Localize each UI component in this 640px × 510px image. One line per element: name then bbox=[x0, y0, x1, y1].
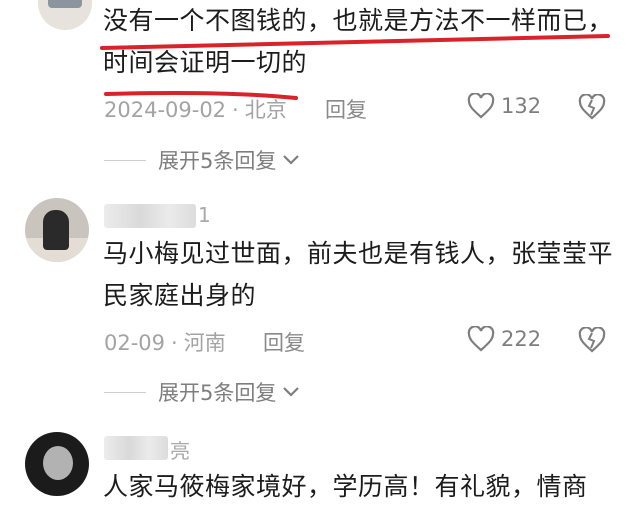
divider bbox=[104, 159, 146, 161]
expand-replies-button[interactable]: 展开5条回复 bbox=[104, 145, 300, 175]
username-suffix: 1 bbox=[198, 203, 211, 227]
avatar[interactable] bbox=[38, 0, 92, 30]
comment-text: 人家马筱梅家境好，学历高！有礼貌，情商 bbox=[103, 472, 588, 501]
dislike-button[interactable] bbox=[578, 93, 606, 124]
expand-replies-button[interactable]: 展开5条回复 bbox=[104, 377, 300, 407]
comment-date: 02-09 bbox=[104, 331, 166, 355]
like-button[interactable]: 222 bbox=[467, 326, 541, 352]
chevron-down-icon bbox=[283, 387, 300, 397]
heart-outline-icon bbox=[467, 326, 495, 352]
username-redacted[interactable] bbox=[104, 436, 168, 460]
username-redacted[interactable] bbox=[104, 204, 196, 228]
avatar-image bbox=[48, 0, 82, 8]
broken-heart-icon bbox=[578, 326, 606, 353]
comment-meta: 02-09 · 河南 bbox=[104, 331, 226, 355]
reply-button[interactable]: 回复 bbox=[325, 94, 367, 124]
expand-replies-label: 展开5条回复 bbox=[158, 381, 277, 405]
like-count: 132 bbox=[501, 94, 542, 118]
reply-button[interactable]: 回复 bbox=[263, 327, 305, 357]
avatar-image bbox=[43, 446, 73, 480]
heart-outline-icon bbox=[467, 93, 495, 119]
avatar-image bbox=[43, 210, 69, 250]
divider bbox=[104, 391, 146, 393]
like-count: 222 bbox=[501, 327, 542, 351]
like-button[interactable]: 132 bbox=[467, 93, 541, 119]
dislike-button[interactable] bbox=[578, 326, 606, 357]
avatar[interactable] bbox=[25, 198, 89, 262]
comment-location: 河南 bbox=[183, 331, 226, 355]
comment-meta: 2024-09-02 · 北京 bbox=[104, 98, 287, 122]
username-suffix: 亮 bbox=[170, 439, 190, 463]
comment-text: 没有一个不图钱的，也就是方法不一样而已，时间会证明一切的 bbox=[103, 6, 614, 77]
chevron-down-icon bbox=[283, 155, 300, 165]
expand-replies-label: 展开5条回复 bbox=[158, 149, 277, 173]
avatar[interactable] bbox=[25, 432, 89, 496]
broken-heart-icon bbox=[578, 93, 606, 120]
comment-location: 北京 bbox=[244, 98, 287, 122]
comment-date: 2024-09-02 bbox=[104, 98, 227, 122]
comment-text: 马小梅见过世面，前夫也是有钱人，张莹莹平民家庭出身的 bbox=[103, 239, 614, 310]
